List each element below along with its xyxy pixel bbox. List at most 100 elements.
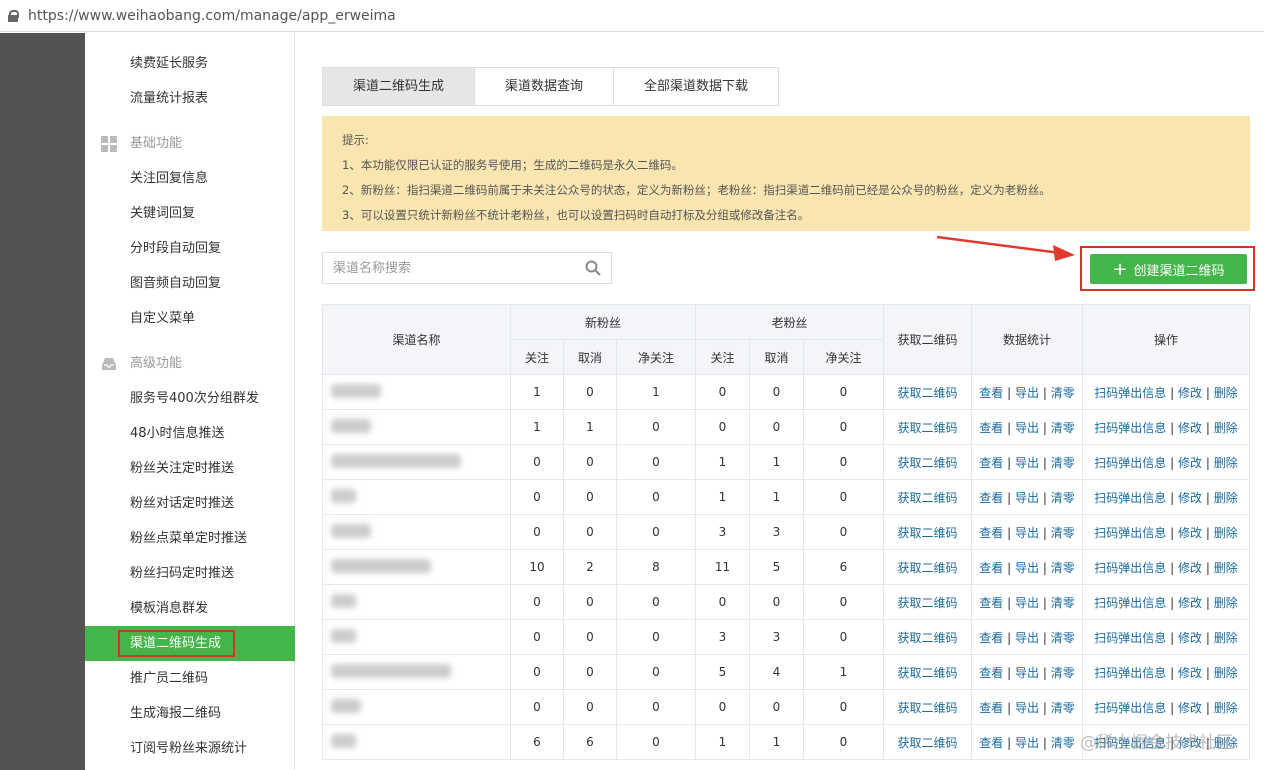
- address-bar[interactable]: https://www.weihaobang.com/manage/app_er…: [0, 0, 1264, 32]
- sidebar-item[interactable]: 自定义菜单: [85, 301, 295, 336]
- view-link[interactable]: 查看: [979, 386, 1003, 400]
- sidebar-item[interactable]: 48小时信息推送: [85, 416, 295, 451]
- get-qr-link[interactable]: 获取二维码: [897, 526, 957, 540]
- edit-link[interactable]: 修改: [1178, 421, 1202, 435]
- edit-link[interactable]: 修改: [1178, 456, 1202, 470]
- sidebar-item[interactable]: 粉丝关注定时推送: [85, 451, 295, 486]
- sidebar-item[interactable]: 订阅号粉丝来源统计: [85, 731, 295, 766]
- sidebar-item[interactable]: 生成海报二维码: [85, 696, 295, 731]
- clear-link[interactable]: 清零: [1051, 456, 1075, 470]
- get-qr-link[interactable]: 获取二维码: [897, 561, 957, 575]
- popup-info-link[interactable]: 扫码弹出信息: [1094, 596, 1166, 610]
- popup-info-link[interactable]: 扫码弹出信息: [1094, 666, 1166, 680]
- popup-info-link[interactable]: 扫码弹出信息: [1094, 526, 1166, 540]
- edit-link[interactable]: 修改: [1178, 491, 1202, 505]
- tab-qr-generate[interactable]: 渠道二维码生成: [323, 68, 476, 105]
- clear-link[interactable]: 清零: [1051, 561, 1075, 575]
- sidebar-item[interactable]: 关注回复信息: [85, 161, 295, 196]
- clear-link[interactable]: 清零: [1051, 491, 1075, 505]
- clear-link[interactable]: 清零: [1051, 526, 1075, 540]
- view-link[interactable]: 查看: [979, 631, 1003, 645]
- edit-link[interactable]: 修改: [1178, 561, 1202, 575]
- delete-link[interactable]: 删除: [1214, 631, 1238, 645]
- sidebar-item[interactable]: 流量统计报表: [85, 81, 295, 116]
- export-link[interactable]: 导出: [1015, 701, 1039, 715]
- search-input[interactable]: [333, 260, 585, 276]
- get-qr-link[interactable]: 获取二维码: [897, 701, 957, 715]
- edit-link[interactable]: 修改: [1178, 526, 1202, 540]
- edit-link[interactable]: 修改: [1178, 666, 1202, 680]
- export-link[interactable]: 导出: [1015, 596, 1039, 610]
- clear-link[interactable]: 清零: [1051, 596, 1075, 610]
- delete-link[interactable]: 删除: [1214, 596, 1238, 610]
- sidebar-item[interactable]: 粉丝对话定时推送: [85, 486, 295, 521]
- popup-info-link[interactable]: 扫码弹出信息: [1094, 561, 1166, 575]
- sidebar-item[interactable]: 推广员二维码: [85, 661, 295, 696]
- export-link[interactable]: 导出: [1015, 491, 1039, 505]
- sidebar-item[interactable]: 粉丝点菜单定时推送: [85, 521, 295, 556]
- view-link[interactable]: 查看: [979, 666, 1003, 680]
- sidebar-item[interactable]: 分时段自动回复: [85, 231, 295, 266]
- get-qr-link[interactable]: 获取二维码: [897, 491, 957, 505]
- popup-info-link[interactable]: 扫码弹出信息: [1094, 631, 1166, 645]
- delete-link[interactable]: 删除: [1214, 386, 1238, 400]
- get-qr-link[interactable]: 获取二维码: [897, 666, 957, 680]
- get-qr-link[interactable]: 获取二维码: [897, 631, 957, 645]
- get-qr-link[interactable]: 获取二维码: [897, 596, 957, 610]
- delete-link[interactable]: 删除: [1214, 701, 1238, 715]
- create-qr-button[interactable]: + 创建渠道二维码: [1090, 254, 1247, 284]
- export-link[interactable]: 导出: [1015, 456, 1039, 470]
- view-link[interactable]: 查看: [979, 596, 1003, 610]
- delete-link[interactable]: 删除: [1214, 666, 1238, 680]
- export-link[interactable]: 导出: [1015, 386, 1039, 400]
- edit-link[interactable]: 修改: [1178, 596, 1202, 610]
- export-link[interactable]: 导出: [1015, 736, 1039, 750]
- view-link[interactable]: 查看: [979, 491, 1003, 505]
- export-link[interactable]: 导出: [1015, 421, 1039, 435]
- view-link[interactable]: 查看: [979, 736, 1003, 750]
- delete-link[interactable]: 删除: [1214, 526, 1238, 540]
- sidebar-item[interactable]: 图音频自动回复: [85, 266, 295, 301]
- edit-link[interactable]: 修改: [1178, 386, 1202, 400]
- edit-link[interactable]: 修改: [1178, 701, 1202, 715]
- delete-link[interactable]: 删除: [1214, 421, 1238, 435]
- export-link[interactable]: 导出: [1015, 666, 1039, 680]
- sidebar-item[interactable]: 续费延长服务: [85, 46, 295, 81]
- delete-link[interactable]: 删除: [1214, 561, 1238, 575]
- sidebar-item[interactable]: 粉丝扫码定时推送: [85, 556, 295, 591]
- clear-link[interactable]: 清零: [1051, 666, 1075, 680]
- view-link[interactable]: 查看: [979, 456, 1003, 470]
- delete-link[interactable]: 删除: [1214, 456, 1238, 470]
- sidebar-item[interactable]: 关键词回复: [85, 196, 295, 231]
- search-icon[interactable]: [585, 260, 601, 276]
- view-link[interactable]: 查看: [979, 701, 1003, 715]
- get-qr-link[interactable]: 获取二维码: [897, 386, 957, 400]
- sidebar-item[interactable]: 渠道二维码生成: [85, 626, 295, 661]
- sidebar-item[interactable]: 模板消息群发: [85, 591, 295, 626]
- get-qr-link[interactable]: 获取二维码: [897, 421, 957, 435]
- clear-link[interactable]: 清零: [1051, 736, 1075, 750]
- clear-link[interactable]: 清零: [1051, 631, 1075, 645]
- tab-download-all[interactable]: 全部渠道数据下载: [614, 68, 779, 105]
- clear-link[interactable]: 清零: [1051, 701, 1075, 715]
- export-link[interactable]: 导出: [1015, 561, 1039, 575]
- popup-info-link[interactable]: 扫码弹出信息: [1094, 421, 1166, 435]
- edit-link[interactable]: 修改: [1178, 631, 1202, 645]
- get-qr-link[interactable]: 获取二维码: [897, 736, 957, 750]
- popup-info-link[interactable]: 扫码弹出信息: [1094, 386, 1166, 400]
- clear-link[interactable]: 清零: [1051, 386, 1075, 400]
- get-qr-link[interactable]: 获取二维码: [897, 456, 957, 470]
- export-link[interactable]: 导出: [1015, 631, 1039, 645]
- view-link[interactable]: 查看: [979, 526, 1003, 540]
- popup-info-link[interactable]: 扫码弹出信息: [1094, 456, 1166, 470]
- view-link[interactable]: 查看: [979, 561, 1003, 575]
- popup-info-link[interactable]: 扫码弹出信息: [1094, 701, 1166, 715]
- clear-link[interactable]: 清零: [1051, 421, 1075, 435]
- tab-data-query[interactable]: 渠道数据查询: [475, 68, 615, 105]
- popup-info-link[interactable]: 扫码弹出信息: [1094, 491, 1166, 505]
- col-name: 渠道名称: [322, 304, 511, 375]
- export-link[interactable]: 导出: [1015, 526, 1039, 540]
- delete-link[interactable]: 删除: [1214, 491, 1238, 505]
- view-link[interactable]: 查看: [979, 421, 1003, 435]
- sidebar-item[interactable]: 服务号400次分组群发: [85, 381, 295, 416]
